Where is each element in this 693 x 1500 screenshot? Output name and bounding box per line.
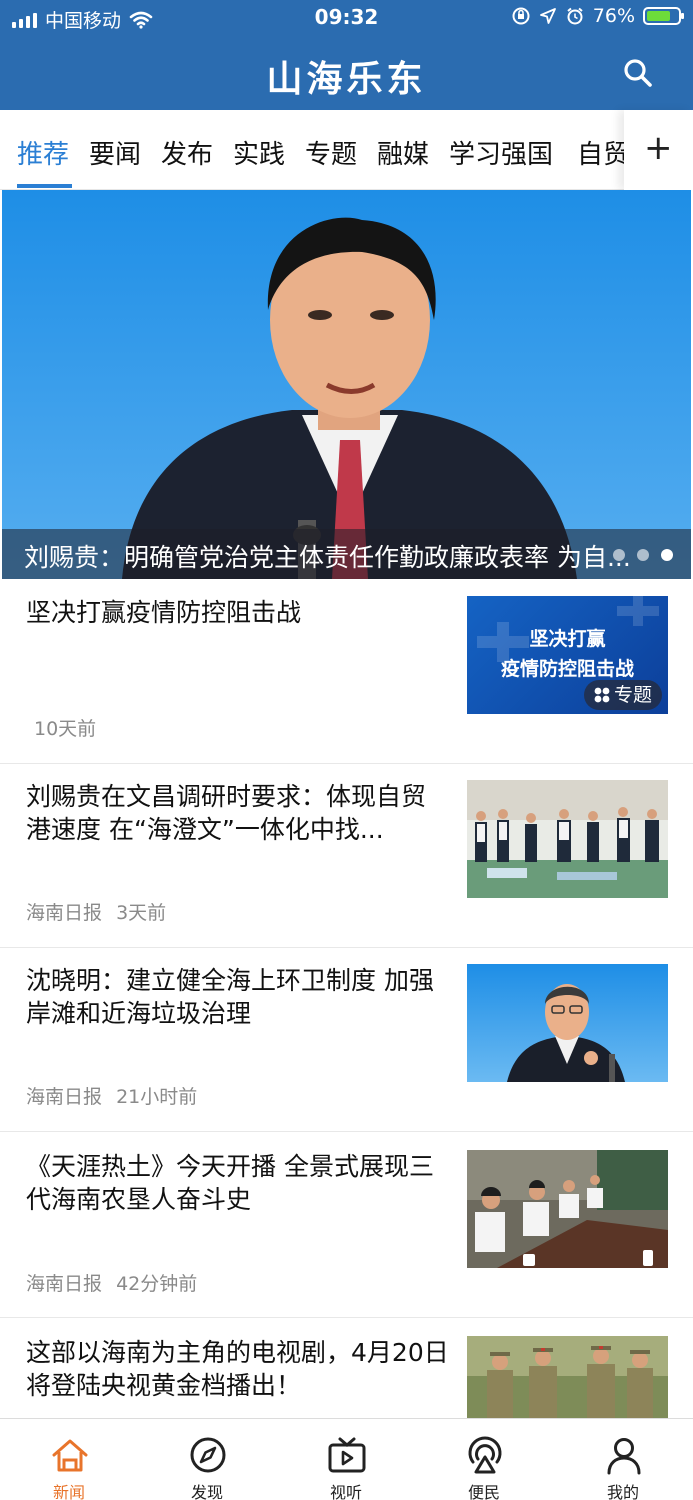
news-thumbnail <box>467 1336 668 1418</box>
home-icon <box>52 1439 88 1472</box>
tab-study[interactable]: 学习强国 <box>449 134 553 171</box>
news-meta: 海南日报 42分钟前 <box>26 1269 197 1296</box>
carousel-dot <box>637 549 649 561</box>
location-arrow-icon <box>539 8 556 24</box>
app-title: 山海乐东 <box>266 58 427 100</box>
alarm-icon <box>567 7 583 25</box>
carousel-dot-active <box>661 549 673 561</box>
news-time: 3天前 <box>116 902 167 924</box>
nav-profile[interactable]: 我的 <box>554 1419 692 1500</box>
news-item[interactable]: 这部以海南为主角的电视剧，4月20日将登陆央视黄金档播出！ <box>0 1318 693 1418</box>
carousel-dot <box>613 549 625 561</box>
news-item[interactable]: 坚决打赢疫情防控阻击战 10天前 坚决打赢 疫情防控阻击战 专题 <box>0 580 693 764</box>
news-title: 这部以海南为主角的电视剧，4月20日将登陆央视黄金档播出！ <box>26 1338 449 1400</box>
status-bar: 中国移动 09:32 76% <box>0 0 693 36</box>
news-title: 坚决打赢疫情防控阻击战 <box>26 598 302 627</box>
topic-badge: 专题 <box>583 680 662 710</box>
thumb-headline-1: 坚决打赢 <box>529 628 606 650</box>
news-item[interactable]: 沈晓明：建立健全海上环卫制度 加强岸滩和近海垃圾治理 海南日报 21小时前 <box>0 948 693 1132</box>
add-channel-button[interactable]: + <box>624 110 693 190</box>
nav-media[interactable]: 视听 <box>277 1419 415 1500</box>
nav-discover-label: 发现 <box>190 1483 223 1500</box>
tab-recommend[interactable]: 推荐 <box>17 134 69 171</box>
screen-lock-icon <box>512 7 530 25</box>
nav-media-label: 视听 <box>329 1483 362 1500</box>
news-source: 海南日报 <box>26 1086 103 1108</box>
nav-services-label: 便民 <box>467 1483 500 1500</box>
news-title: 《天涯热土》今天开播 全景式展现三代海南农垦人奋斗史 <box>26 1152 434 1214</box>
tab-media[interactable]: 融媒 <box>377 134 429 171</box>
news-source: 海南日报 <box>26 902 103 924</box>
tab-practice[interactable]: 实践 <box>233 134 285 171</box>
compass-icon <box>190 1437 226 1473</box>
news-source: 海南日报 <box>26 1273 103 1295</box>
nav-news-label: 新闻 <box>52 1483 85 1500</box>
nav-discover[interactable]: 发现 <box>138 1419 276 1500</box>
active-tab-indicator <box>17 184 72 188</box>
news-meta: 海南日报 3天前 <box>26 898 166 925</box>
news-item[interactable]: 《天涯热土》今天开播 全景式展现三代海南农垦人奋斗史 海南日报 42分钟前 <box>0 1132 693 1318</box>
news-thumbnail <box>467 780 668 898</box>
category-tabs: 推荐 要闻 发布 实践 专题 融媒 学习强国 自贸 <box>0 110 693 190</box>
nav-news[interactable]: 新闻 <box>0 1419 138 1500</box>
nav-services[interactable]: 便民 <box>415 1419 553 1500</box>
app-header: 山海乐东 <box>0 36 693 110</box>
news-item[interactable]: 刘赐贵在文昌调研时要求：体现自贸港速度 在“海澄文”一体化中找... 海南日报 … <box>0 764 693 948</box>
thumb-headline-2: 疫情防控阻击战 <box>500 658 634 680</box>
news-thumbnail <box>467 1150 668 1268</box>
nav-profile-label: 我的 <box>606 1483 639 1500</box>
hero-photo <box>122 217 577 579</box>
news-time: 21小时前 <box>116 1086 198 1108</box>
battery-icon <box>643 7 684 25</box>
hero-caption: 刘赐贵：明确管党治党主体责任作勤政廉政表率 为自... <box>2 529 691 579</box>
tab-topics[interactable]: 专题 <box>305 134 357 171</box>
news-thumbnail <box>467 964 668 1082</box>
plus-icon: + <box>644 128 673 168</box>
hero-banner[interactable]: 刘赐贵：明确管党治党主体责任作勤政廉政表率 为自... <box>2 190 691 579</box>
tab-release[interactable]: 发布 <box>161 134 213 171</box>
news-thumbnail: 坚决打赢 疫情防控阻击战 专题 <box>467 596 668 714</box>
broadcast-icon <box>468 1436 502 1474</box>
news-time: 42分钟前 <box>116 1273 198 1295</box>
news-title: 刘赐贵在文昌调研时要求：体现自贸港速度 在“海澄文”一体化中找... <box>26 782 427 844</box>
search-icon[interactable] <box>621 56 655 90</box>
tv-icon <box>328 1437 366 1473</box>
user-icon <box>607 1438 641 1475</box>
tab-free-trade[interactable]: 自贸 <box>577 134 624 171</box>
news-title: 沈晓明：建立健全海上环卫制度 加强岸滩和近海垃圾治理 <box>26 966 434 1028</box>
bottom-nav: 新闻 发现 视听 便民 我的 <box>0 1418 693 1500</box>
battery-percent: 76% <box>592 5 635 27</box>
carousel-dots <box>613 549 673 561</box>
news-meta: 海南日报 21小时前 <box>26 1082 197 1109</box>
news-time: 10天前 <box>34 718 97 740</box>
topic-badge-label: 专题 <box>613 684 652 706</box>
tab-headlines[interactable]: 要闻 <box>89 134 141 171</box>
grid-icon <box>594 687 610 703</box>
